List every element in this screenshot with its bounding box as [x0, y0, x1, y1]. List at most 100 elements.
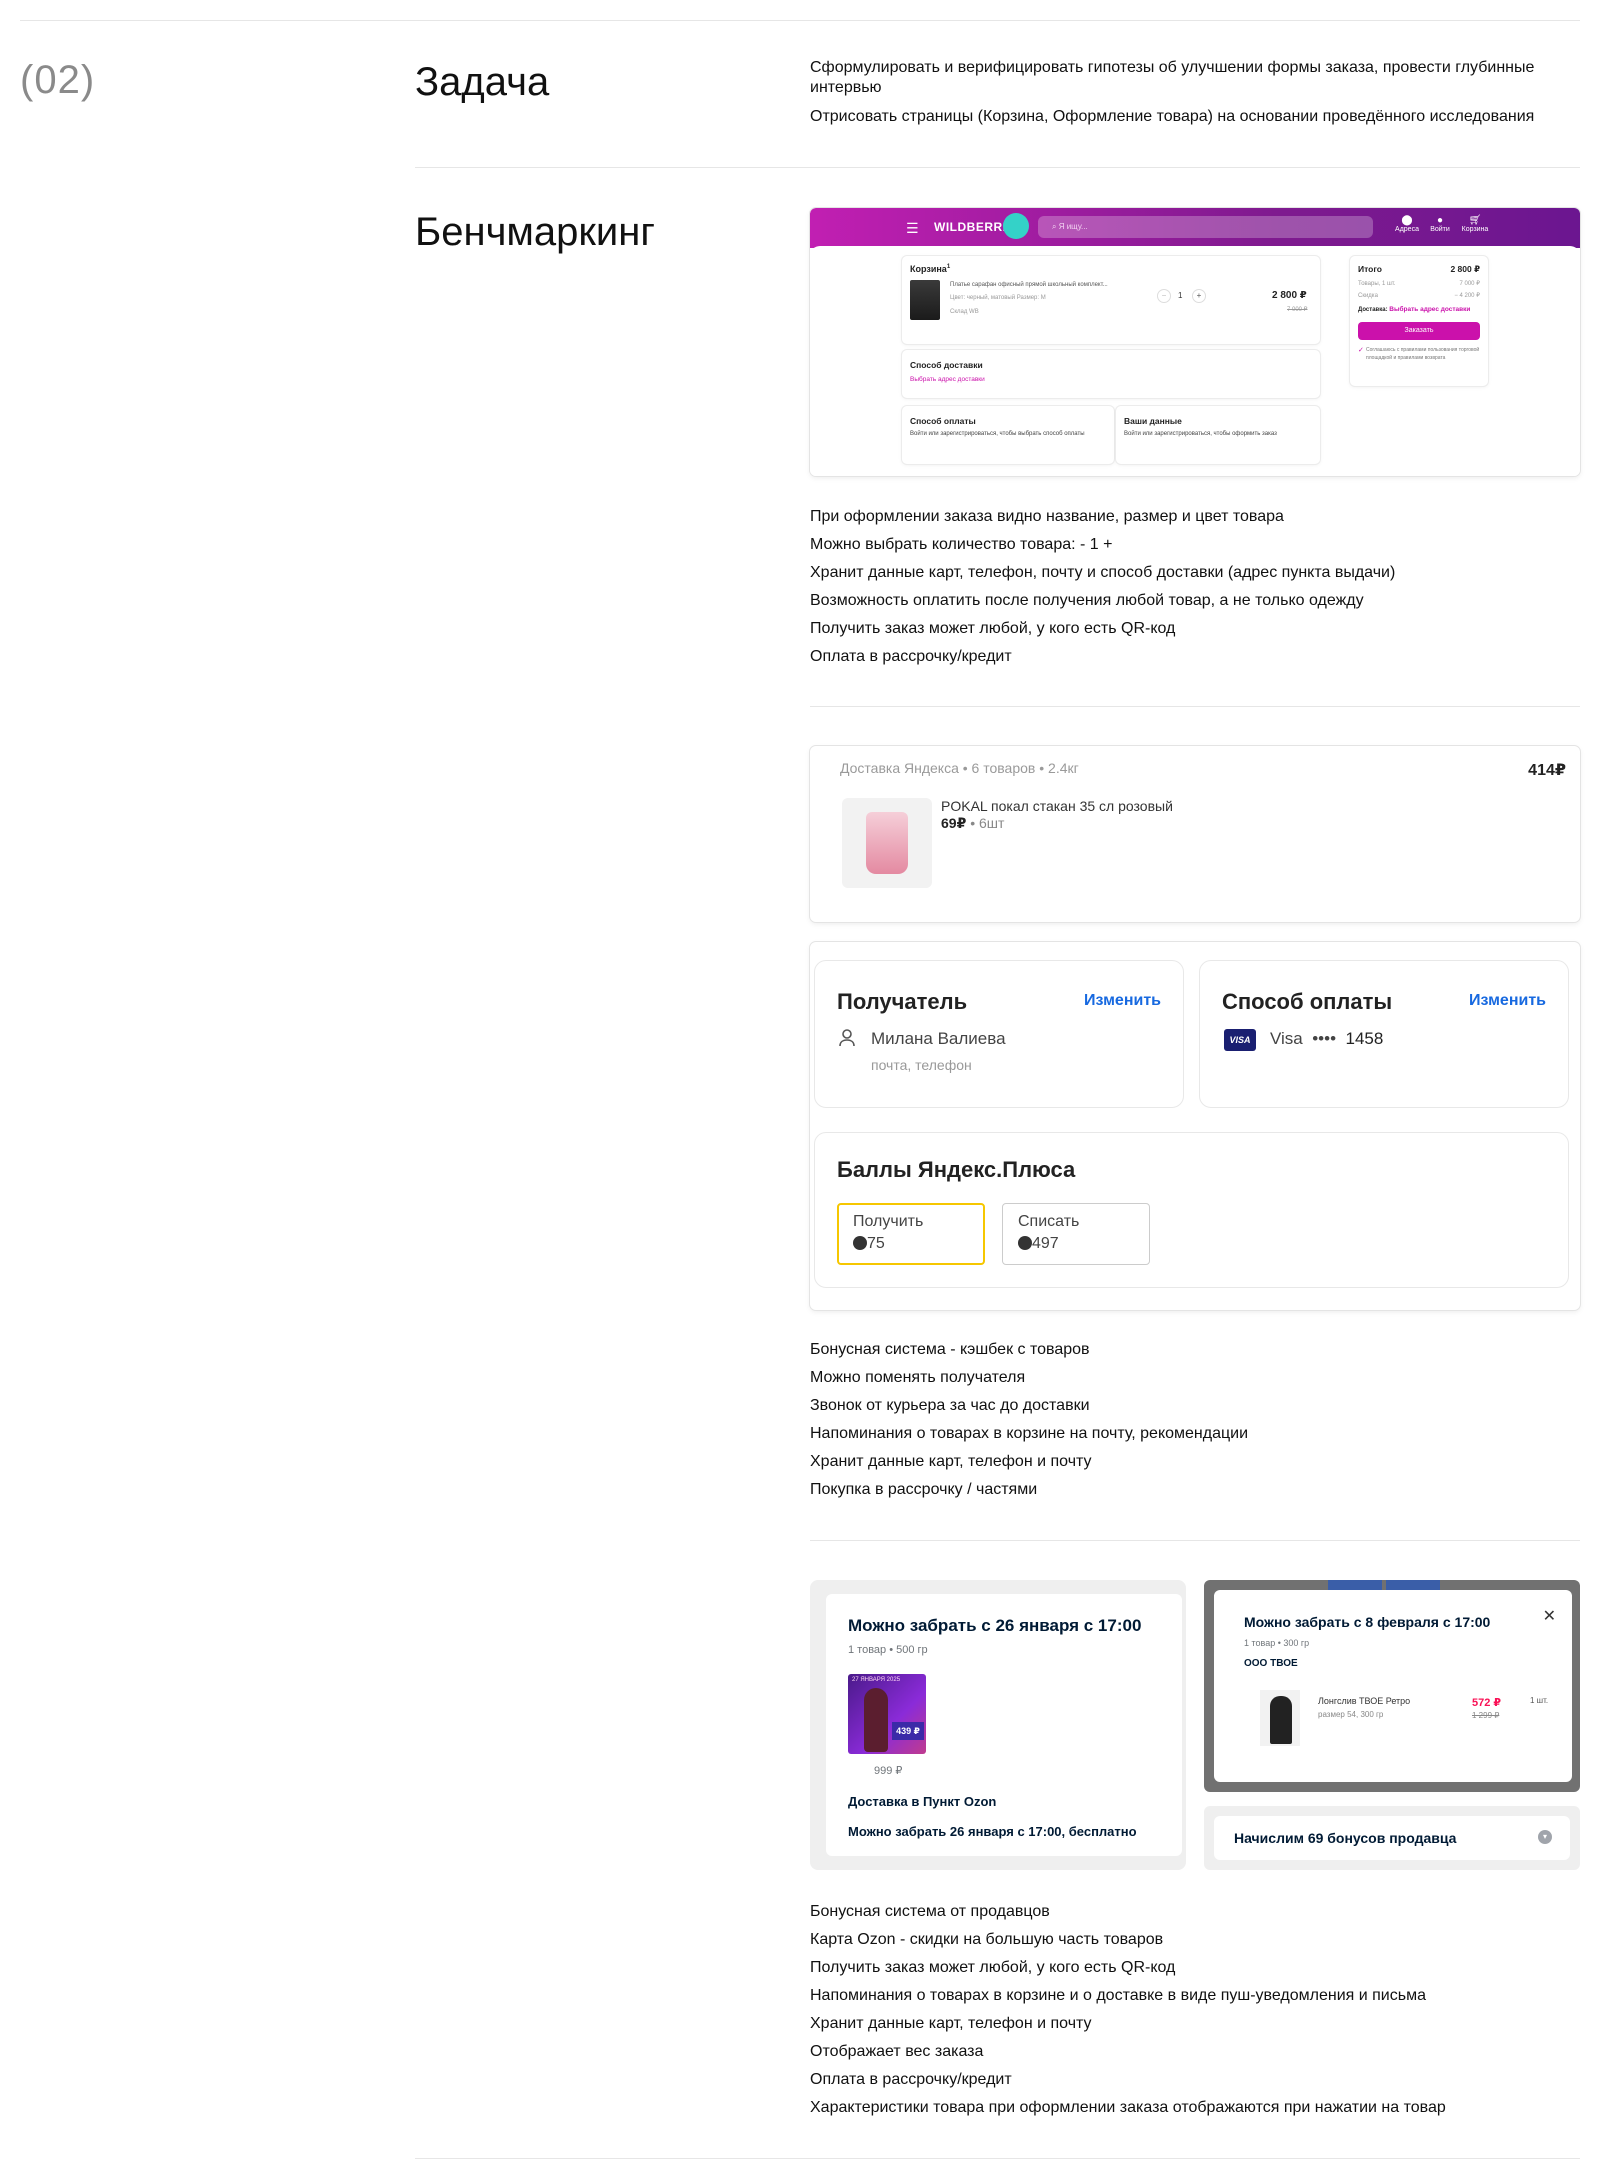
ya-card-dots: ••••: [1312, 1029, 1337, 1048]
wb-header: ☰ WILDBERRIES ⌕ Я ищу... ⬤ Адреса ● Войти …: [810, 208, 1580, 248]
ya-plus-title: Баллы Яндекс.Плюса: [837, 1157, 1076, 1182]
list-item: Возможность оплатить после получения люб…: [810, 592, 1364, 609]
ya-item-qty: • 6шт: [970, 815, 1005, 831]
ozon-notes-list: Бонусная система от продавцов Карта Ozon…: [810, 1898, 1446, 2122]
ozon-bonus-bar[interactable]: Начислим 69 бонусов продавца ▾: [1214, 1816, 1570, 1860]
wb-item-old-price: 7 000 ₽: [1287, 307, 1308, 313]
list-item: Звонок от курьера за час до доставки: [810, 1397, 1090, 1414]
wb-goods-value: 7 000 ₽: [1459, 281, 1481, 287]
wb-item-image[interactable]: [910, 280, 940, 320]
ya-plus-spend-option[interactable]: Списать 497: [1002, 1203, 1150, 1265]
wb-cart-title: Корзина1: [910, 264, 951, 274]
ya-payment-edit-link[interactable]: Изменить: [1469, 992, 1546, 1010]
ozon-left-card: Можно забрать с 26 января с 17:00 1 това…: [826, 1594, 1182, 1856]
ya-item-price: 69₽: [941, 815, 967, 831]
ozon-backdrop-tab: [1386, 1580, 1440, 1590]
person-icon: [839, 1029, 855, 1052]
ya-plus-block: Баллы Яндекс.Плюса Получить 75 Списать 4…: [814, 1132, 1569, 1288]
wb-delivery-summary-link[interactable]: Выбрать адрес доставки: [1389, 306, 1470, 313]
ozon-right-old-price: 1 299 ₽: [1472, 1711, 1500, 1720]
ozon-right-sub: 1 товар • 300 гр: [1244, 1638, 1310, 1648]
wb-total-label: Итого: [1358, 264, 1382, 274]
list-item: Отображает вес заказа: [810, 2043, 984, 2060]
wb-payment-text[interactable]: Войти или зарегистрироваться, чтобы выбр…: [910, 430, 1100, 439]
ozon-right-modal: Можно забрать с 8 февраля с 17:00 ✕ 1 то…: [1214, 1590, 1572, 1782]
divider: [810, 706, 1580, 707]
ya-plus-get-option[interactable]: Получить 75: [837, 1203, 985, 1265]
close-icon[interactable]: ✕: [1543, 1606, 1556, 1626]
wb-qty-minus-button[interactable]: −: [1157, 289, 1171, 303]
ya-card-name: Visa: [1270, 1029, 1303, 1048]
ya-plus-spend-value: 497: [1032, 1235, 1059, 1252]
list-item: Получить заказ может любой, у кого есть …: [810, 1959, 1176, 1976]
wb-nav-addresses[interactable]: ⬤ Адреса: [1392, 215, 1422, 233]
wb-delivery-summary-label: Доставка:: [1358, 307, 1388, 313]
ya-card-line: Visa •••• 1458: [1270, 1029, 1383, 1049]
wb-total-box: Итого 2 800 ₽ Товары, 1 шт. 7 000 ₽ Скид…: [1350, 256, 1488, 386]
list-item: Напоминания о товарах в корзине на почту…: [810, 1425, 1249, 1442]
ozon-backdrop-tab: [1328, 1580, 1382, 1590]
list-item: Напоминания о товарах в корзине и о дост…: [810, 1987, 1426, 2004]
ya-recipient-title: Получатель: [837, 989, 968, 1014]
list-item: Характеристики товара при оформлении зак…: [810, 2099, 1446, 2116]
ozon-left-title: Можно забрать с 26 января с 17:00: [848, 1616, 1142, 1635]
list-item: Хранит данные карт, телефон и почту: [810, 2015, 1092, 2032]
wb-item-meta: Цвет: черный, матовый Размер: M: [950, 295, 1046, 301]
ozon-left-screenshot: Можно забрать с 26 января с 17:00 1 това…: [810, 1580, 1186, 1870]
ya-item-name[interactable]: POKAL покал стакан 35 сл розовый: [941, 798, 1173, 814]
wb-payment-box: Способ оплаты Войти или зарегистрировать…: [902, 406, 1114, 464]
top-divider: [20, 20, 1580, 21]
wb-total-value: 2 800 ₽: [1450, 264, 1480, 274]
wildberries-screenshot: ☰ WILDBERRIES ⌕ Я ищу... ⬤ Адреса ● Войти …: [810, 208, 1580, 476]
ozon-right-item-name[interactable]: Лонгслив ТВОЕ Ретро: [1318, 1696, 1410, 1706]
list-item: Можно поменять получателя: [810, 1369, 1026, 1386]
wb-qty-plus-button[interactable]: +: [1192, 289, 1206, 303]
wb-delivery-title: Способ доставки: [910, 360, 983, 370]
ya-item-image[interactable]: [842, 798, 932, 888]
list-item: При оформлении заказа видно название, ра…: [810, 508, 1284, 525]
wb-delivery-link[interactable]: Выбрать адрес доставки: [910, 376, 985, 383]
glass-image: [866, 812, 908, 874]
wb-order-button[interactable]: Заказать: [1358, 322, 1480, 340]
wb-yourdata-box: Ваши данные Войти или зарегистрироваться…: [1116, 406, 1320, 464]
wb-discount-label: Скидка: [1358, 293, 1378, 299]
ozon-left-pickup: Можно забрать 26 января с 17:00, бесплат…: [848, 1824, 1137, 1839]
wb-search-input[interactable]: ⌕ Я ищу...: [1038, 216, 1373, 238]
visa-card-icon: VISA: [1224, 1029, 1256, 1051]
wb-badge: [1003, 213, 1029, 239]
wb-delivery-box: Способ доставки Выбрать адрес доставки: [902, 350, 1320, 398]
ozon-left-item-image[interactable]: 27 ЯНВАРЯ 2025 439 ₽: [848, 1674, 926, 1754]
yandex-notes-list: Бонусная система - кэшбек с товаров Можн…: [810, 1336, 1248, 1504]
ya-recipient-name: Милана Валиева: [871, 1029, 1006, 1048]
wb-nav-login[interactable]: ● Войти: [1425, 215, 1455, 233]
wb-agree-text: Соглашаюсь с правилами пользования торго…: [1366, 347, 1480, 361]
ya-recipient-edit-link[interactable]: Изменить: [1084, 992, 1161, 1010]
checkbox-icon[interactable]: ✓: [1358, 346, 1366, 354]
list-item: Карта Ozon - скидки на большую часть тов…: [810, 1931, 1164, 1948]
wb-nav-addresses-label: Адреса: [1395, 226, 1419, 233]
ya-payment-block: Способ оплаты Изменить VISA Visa •••• 14…: [1199, 960, 1569, 1108]
model-image: [864, 1688, 888, 1752]
ozon-right-item-image[interactable]: [1260, 1690, 1300, 1746]
wb-cart-box: Корзина1 Платье сарафан офисный прямой ш…: [902, 256, 1320, 344]
ozon-left-sub: 1 товар • 500 гр: [848, 1644, 928, 1656]
ozon-right-qty: 1 шт.: [1530, 1696, 1549, 1705]
ya-plus-spend-label: Списать: [1018, 1213, 1080, 1230]
user-icon: ●: [1436, 215, 1444, 226]
list-item: Получить заказ может любой, у кого есть …: [810, 620, 1176, 637]
ozon-left-price: 999 ₽: [874, 1765, 903, 1777]
ya-card-last: 1458: [1345, 1029, 1384, 1048]
task-line-2: Отрисовать страницы (Корзина, Оформление…: [810, 108, 1535, 125]
wb-yourdata-text[interactable]: Войти или зарегистрироваться, чтобы офор…: [1124, 430, 1309, 439]
wb-nav-cart[interactable]: 🛒︎ Корзина: [1460, 215, 1490, 233]
yandex-order-card: Доставка Яндекса • 6 товаров • 2.4кг 414…: [810, 746, 1580, 922]
wb-item-warehouse: Склад WB: [950, 309, 979, 315]
wb-nav-login-label: Войти: [1430, 226, 1450, 233]
chevron-down-icon[interactable]: ▾: [1538, 1830, 1552, 1844]
list-item: Бонусная система - кэшбек с товаров: [810, 1341, 1090, 1358]
list-item: Покупка в рассрочку / частями: [810, 1481, 1038, 1498]
wb-item-name[interactable]: Платье сарафан офисный прямой школьный к…: [950, 281, 1108, 290]
wb-yourdata-title: Ваши данные: [1124, 416, 1182, 426]
ozon-bonus-screenshot: Начислим 69 бонусов продавца ▾: [1204, 1806, 1580, 1870]
burger-menu-icon[interactable]: ☰: [906, 220, 919, 237]
